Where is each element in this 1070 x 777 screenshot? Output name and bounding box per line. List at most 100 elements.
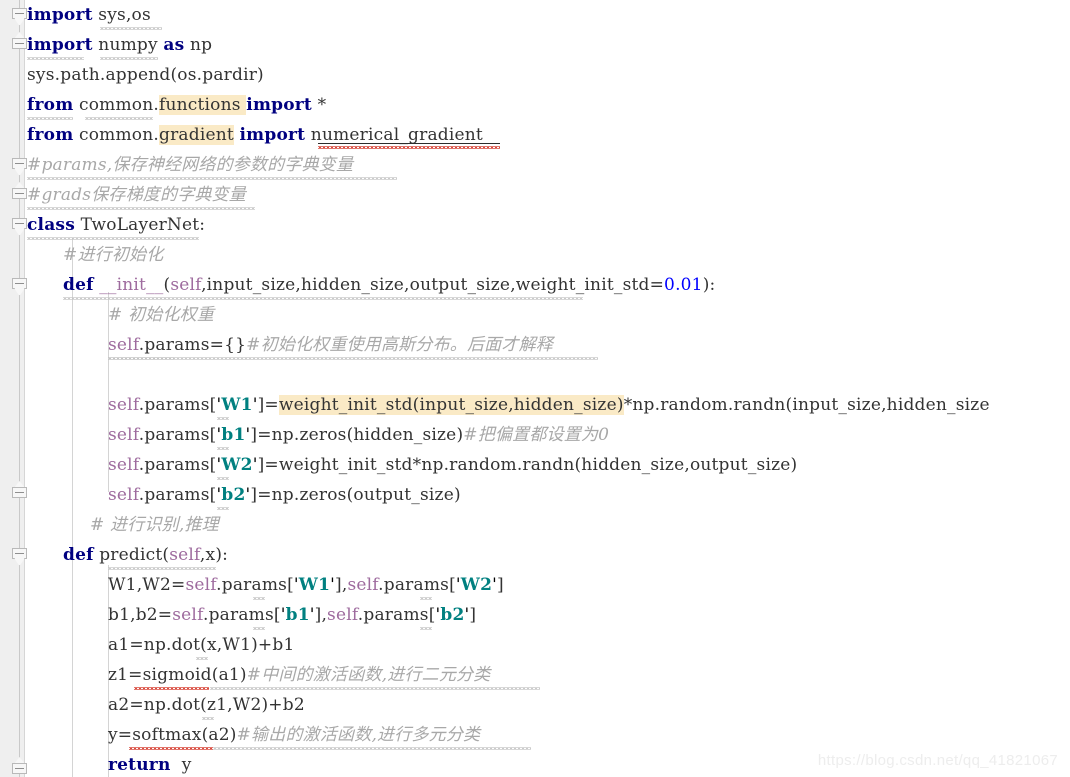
spellcheck-squiggle: [217, 507, 229, 510]
code-line-import-numpy-token-2: as: [163, 35, 185, 55]
code-line-params-dict[interactable]: self.params={}#初始化权重使用高斯分布。后面才解释: [108, 330, 553, 360]
code-line-params-b2-token-3: b2: [221, 485, 246, 505]
code-line-params-b1-token-0: self: [108, 425, 139, 445]
code-line-return-y[interactable]: return y: [108, 750, 192, 777]
code-line-assign-b1-b2[interactable]: b1,b2=self.params['b1'],self.params['b2'…: [108, 600, 476, 630]
code-line-params-w1-token-6: weight_init_std(input_size,hidden_size): [278, 395, 624, 415]
code-line-from-common-gradient-token-4: import: [239, 125, 306, 145]
code-line-comment-predict[interactable]: # 进行识别,推理: [90, 510, 219, 540]
code-line-z1-sigmoid[interactable]: z1=sigmoid(a1)#中间的激活函数,进行二元分类: [108, 660, 490, 690]
code-line-params-w1-token-7: *np.random.randn(input_size,hidden_size: [623, 395, 990, 415]
code-line-a1[interactable]: a1=np.dot(x,W1)+b1: [108, 630, 294, 660]
code-line-sys-path-append[interactable]: sys.path.append(os.pardir): [27, 60, 264, 90]
code-line-import-sys-os[interactable]: import sys,os: [27, 0, 151, 30]
code-line-params-dict-token-2: #初始化权重使用高斯分布。后面才解释: [246, 335, 553, 355]
code-line-assign-w1-w2-token-6: ],: [335, 575, 348, 595]
code-line-a2[interactable]: a2=np.dot(z1,W2)+b2: [108, 690, 305, 720]
code-line-params-b1[interactable]: self.params['b1']=np.zeros(hidden_size)#…: [108, 420, 609, 450]
code-line-z1-sigmoid-token-0: z1=sigmoid(a1): [108, 665, 247, 685]
code-line-from-common-gradient-token-0: from: [27, 125, 74, 145]
spellcheck-squiggle: [196, 657, 208, 660]
code-line-from-common-functions-token-2: functions: [159, 95, 241, 115]
code-line-y-softmax[interactable]: y=softmax(a2)#输出的激活函数,进行多元分类: [108, 720, 480, 750]
code-line-params-b2-token-1: .params[: [138, 485, 217, 505]
spellcheck-squiggle-error: [318, 146, 500, 149]
spellcheck-squiggle: [27, 177, 397, 180]
code-line-def-init-token-4: self: [170, 275, 202, 295]
code-line-y-softmax-token-0: y=softmax(a2): [108, 725, 237, 745]
spellcheck-squiggle: [217, 447, 229, 450]
code-line-params-w1-token-5: ]=: [257, 395, 279, 415]
code-line-comment-init-weights[interactable]: # 初始化权重: [108, 300, 214, 330]
code-line-params-w2[interactable]: self.params['W2']=weight_init_std*np.ran…: [108, 450, 797, 480]
watermark-url: https://blog.csdn.net/qq_41821067: [817, 752, 1058, 769]
spellcheck-squiggle-error: [134, 687, 209, 690]
code-line-comment-init-weights-token-0: # 初始化权重: [108, 305, 215, 325]
code-line-def-predict[interactable]: def predict(self,x):: [63, 540, 228, 570]
code-line-from-common-gradient-token-5: numerical_gradient: [305, 125, 483, 145]
code-line-assign-w1-w2-token-8: .params[: [378, 575, 456, 595]
code-line-import-numpy-token-3: np: [184, 35, 213, 55]
code-line-def-predict-token-0: def: [63, 545, 94, 565]
code-line-params-b1-token-3: b1: [221, 425, 246, 445]
code-editor[interactable]: import sys,os import numpy as np sys.path.…: [0, 0, 1070, 777]
code-line-assign-b1-b2-token-1: self: [172, 605, 203, 625]
spellcheck-squiggle: [100, 27, 162, 30]
code-line-class-twolayernet[interactable]: class TwoLayerNet:: [27, 210, 205, 240]
code-line-assign-w1-w2-token-0: W1,W2=: [108, 575, 186, 595]
code-line-assign-w1-w2-token-2: .params[: [216, 575, 294, 595]
code-line-a2-token-0: a2=np.dot(z1,W2)+b2: [108, 695, 305, 715]
spellcheck-squiggle: [202, 717, 214, 720]
code-line-params-b2[interactable]: self.params['b2']=np.zeros(output_size): [108, 480, 461, 510]
code-line-return-y-token-1: y: [170, 755, 192, 775]
spellcheck-squiggle: [210, 687, 540, 690]
code-line-assign-b1-b2-token-2: .params[: [202, 605, 281, 625]
code-line-assign-w1-w2[interactable]: W1,W2=self.params['W1'],self.params['W2'…: [108, 570, 504, 600]
code-line-params-dict-token-1: .params={}: [138, 335, 247, 355]
code-line-def-predict-token-1: predict(: [93, 545, 170, 565]
code-line-params-b1-token-5: ]=np.zeros(hidden_size): [250, 425, 464, 445]
spellcheck-squiggle: [27, 207, 255, 210]
code-line-params-b1-token-1: .params[: [138, 425, 217, 445]
code-line-params-w2-token-0: self: [108, 455, 139, 475]
code-line-def-init[interactable]: def __init__(self,input_size,hidden_size…: [63, 270, 715, 300]
spellcheck-squiggle: [27, 57, 84, 60]
spellcheck-squiggle: [108, 567, 216, 570]
spellcheck-squiggle: [63, 297, 583, 300]
code-line-from-common-functions[interactable]: from common.functions import *: [27, 90, 326, 120]
code-line-import-sys-os-token-1: sys,os: [92, 5, 151, 25]
code-line-params-w1[interactable]: self.params['W1']=weight_init_std(input_…: [108, 390, 990, 420]
code-line-from-common-gradient-token-1: common.: [73, 125, 159, 145]
code-line-import-numpy-token-1: numpy: [92, 35, 164, 55]
spellcheck-squiggle: [100, 57, 158, 60]
code-line-assign-b1-b2-token-4: b1: [285, 605, 310, 625]
code-line-assign-b1-b2-token-12: ]: [469, 605, 477, 625]
spellcheck-squiggle: [27, 237, 199, 240]
code-line-params-w1-token-1: .params[: [138, 395, 217, 415]
code-line-comment-grads[interactable]: #grads保存梯度的字典变量: [27, 180, 246, 210]
code-line-y-softmax-token-1: #输出的激活函数,进行多元分类: [236, 725, 481, 745]
code-line-class-twolayernet-token-1: TwoLayerNet:: [74, 215, 206, 235]
code-line-comment-init[interactable]: #进行初始化: [63, 240, 163, 270]
code-line-from-common-functions-token-5: *: [311, 95, 327, 115]
spellcheck-squiggle: [253, 597, 265, 600]
code-line-assign-b1-b2-token-7: self: [327, 605, 358, 625]
code-line-comment-params[interactable]: #params,保存神经网络的参数的字典变量: [27, 150, 353, 180]
code-line-class-twolayernet-token-0: class: [27, 215, 75, 235]
code-line-a1-token-0: a1=np.dot(x,W1)+b1: [108, 635, 295, 655]
code-line-from-common-functions-token-4: import: [246, 95, 312, 115]
code-line-sys-path-append-token-0: sys.path.append(os.pardir): [27, 65, 264, 85]
code-line-def-init-token-5: ,input_size,hidden_size,output_size,weig…: [201, 275, 665, 295]
code-line-assign-b1-b2-token-10: b2: [440, 605, 465, 625]
code-line-assign-w1-w2-token-10: W2: [460, 575, 493, 595]
code-line-import-numpy-token-0: import: [27, 35, 93, 55]
code-line-comment-predict-token-0: # 进行识别,推理: [90, 515, 219, 535]
spellcheck-squiggle: [253, 627, 265, 630]
code-line-params-w2-token-5: ]=weight_init_std*np.random.randn(hidden…: [257, 455, 798, 475]
code-line-def-init-token-2: __init__: [99, 275, 164, 295]
code-line-assign-b1-b2-token-6: ],: [314, 605, 328, 625]
code-line-assign-w1-w2-token-1: self: [185, 575, 217, 595]
code-content[interactable]: import sys,os import numpy as np sys.path.…: [0, 0, 1070, 777]
code-line-z1-sigmoid-token-1: #中间的激活函数,进行二元分类: [246, 665, 491, 685]
code-line-import-numpy[interactable]: import numpy as np: [27, 30, 212, 60]
